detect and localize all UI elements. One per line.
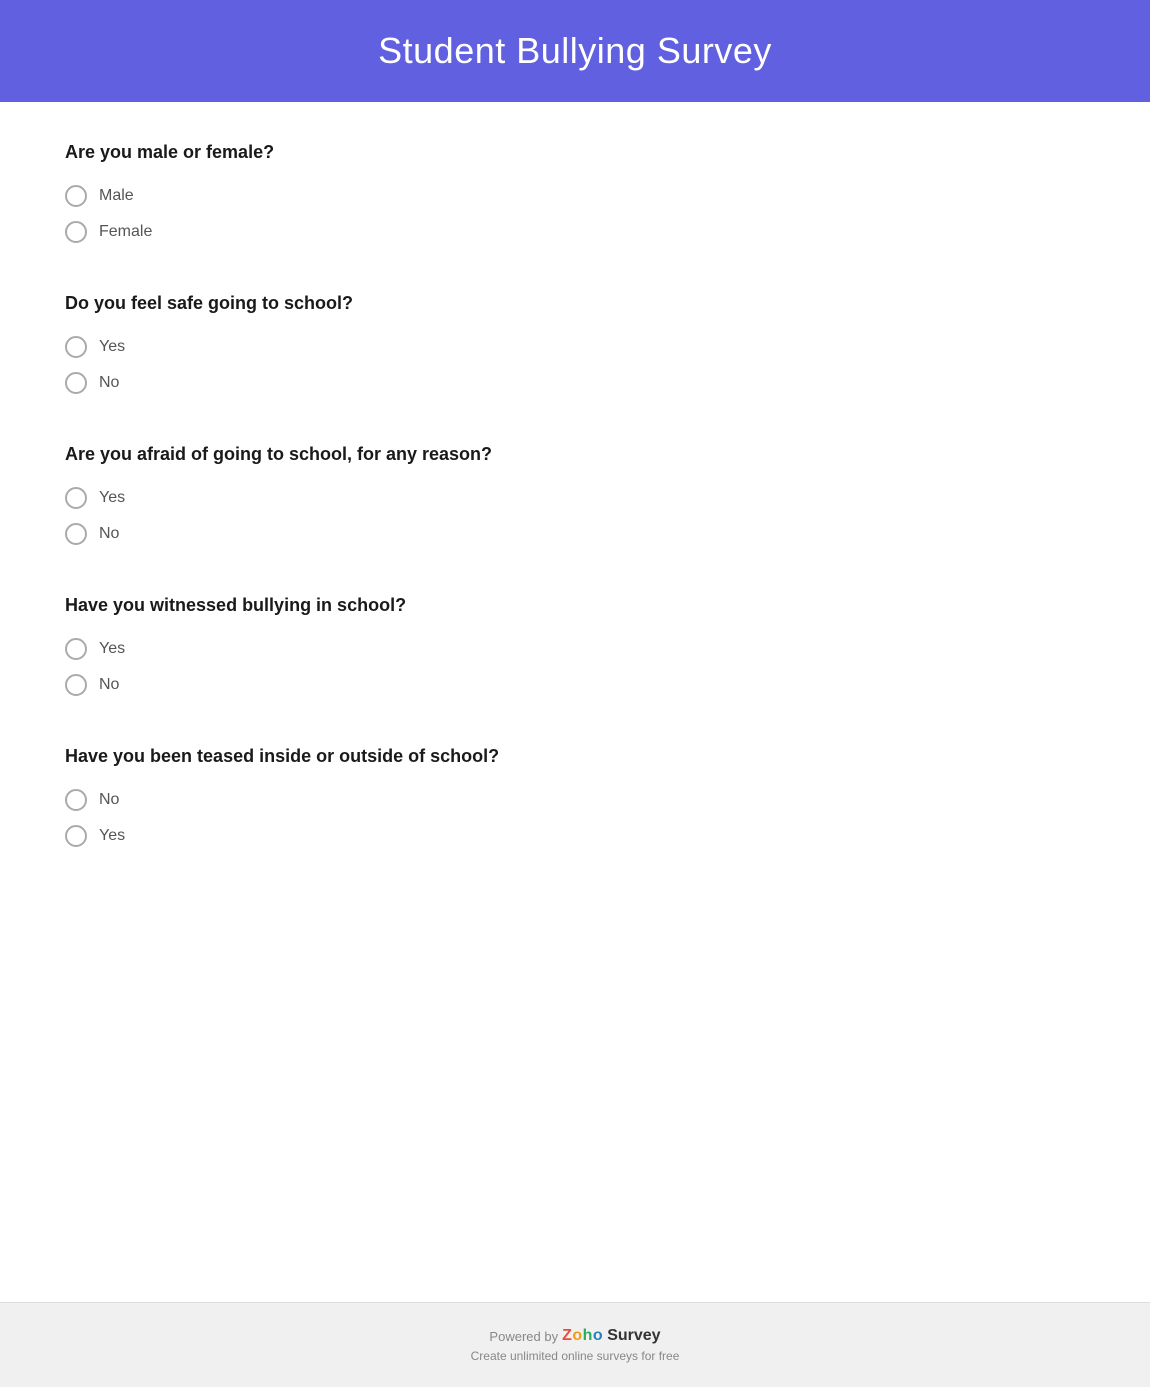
question-q1: Are you male or female? Male Female: [65, 142, 1085, 243]
question-q3: Are you afraid of going to school, for a…: [65, 444, 1085, 545]
option-label-q4-0: Yes: [99, 640, 125, 658]
option-row-q4-1[interactable]: No: [65, 674, 1085, 696]
zoho-z: Z: [562, 1327, 572, 1345]
radio-q2-0[interactable]: [65, 336, 87, 358]
zoho-o2: o: [593, 1327, 603, 1345]
option-row-q3-0[interactable]: Yes: [65, 487, 1085, 509]
option-label-q3-1: No: [99, 525, 119, 543]
question-q4-text: Have you witnessed bullying in school?: [65, 595, 1085, 616]
option-row-q5-0[interactable]: No: [65, 789, 1085, 811]
survey-word: Survey: [607, 1327, 660, 1345]
option-row-q2-1[interactable]: No: [65, 372, 1085, 394]
option-row-q1-1[interactable]: Female: [65, 221, 1085, 243]
question-q5: Have you been teased inside or outside o…: [65, 746, 1085, 847]
radio-q3-1[interactable]: [65, 523, 87, 545]
option-label-q5-0: No: [99, 791, 119, 809]
powered-by-row: Powered by Zoho Survey: [20, 1327, 1130, 1345]
radio-q1-0[interactable]: [65, 185, 87, 207]
powered-by-label: Powered by: [489, 1329, 558, 1344]
option-row-q2-0[interactable]: Yes: [65, 336, 1085, 358]
option-label-q1-1: Female: [99, 223, 152, 241]
zoho-logo[interactable]: Zoho: [562, 1327, 603, 1345]
question-q1-text: Are you male or female?: [65, 142, 1085, 163]
zoho-h: h: [583, 1327, 593, 1345]
question-q2: Do you feel safe going to school? Yes No: [65, 293, 1085, 394]
radio-q5-0[interactable]: [65, 789, 87, 811]
radio-q4-0[interactable]: [65, 638, 87, 660]
question-q3-text: Are you afraid of going to school, for a…: [65, 444, 1085, 465]
radio-q2-1[interactable]: [65, 372, 87, 394]
option-label-q2-0: Yes: [99, 338, 125, 356]
option-label-q5-1: Yes: [99, 827, 125, 845]
question-q5-text: Have you been teased inside or outside o…: [65, 746, 1085, 767]
option-row-q3-1[interactable]: No: [65, 523, 1085, 545]
header: Student Bullying Survey: [0, 0, 1150, 102]
question-q2-text: Do you feel safe going to school?: [65, 293, 1085, 314]
option-row-q5-1[interactable]: Yes: [65, 825, 1085, 847]
footer: Powered by Zoho Survey Create unlimited …: [0, 1302, 1150, 1387]
radio-q1-1[interactable]: [65, 221, 87, 243]
survey-body: Are you male or female? Male Female Do you …: [0, 102, 1150, 1302]
question-q4: Have you witnessed bullying in school? Ye…: [65, 595, 1085, 696]
option-row-q1-0[interactable]: Male: [65, 185, 1085, 207]
option-label-q1-0: Male: [99, 187, 134, 205]
option-row-q4-0[interactable]: Yes: [65, 638, 1085, 660]
zoho-o1: o: [572, 1327, 582, 1345]
radio-q3-0[interactable]: [65, 487, 87, 509]
radio-q5-1[interactable]: [65, 825, 87, 847]
radio-q4-1[interactable]: [65, 674, 87, 696]
option-label-q4-1: No: [99, 676, 119, 694]
option-label-q3-0: Yes: [99, 489, 125, 507]
option-label-q2-1: No: [99, 374, 119, 392]
footer-tagline: Create unlimited online surveys for free: [20, 1349, 1130, 1363]
survey-title: Student Bullying Survey: [20, 30, 1130, 72]
